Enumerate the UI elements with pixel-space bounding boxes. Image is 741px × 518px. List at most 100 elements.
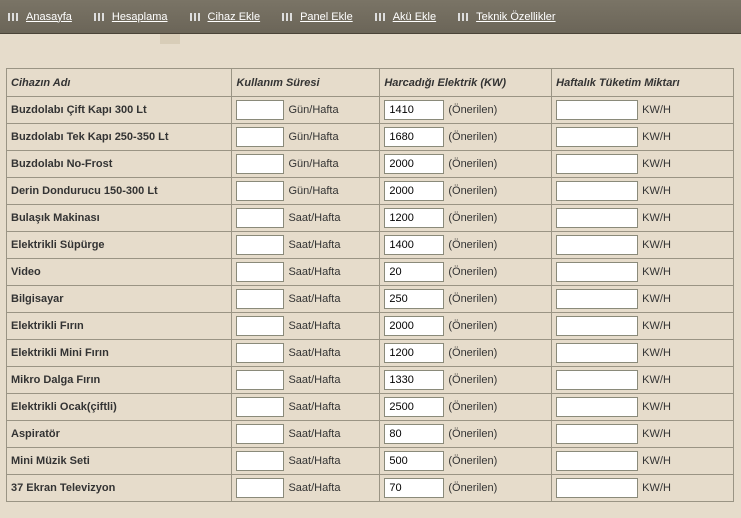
- nav-item[interactable]: Panel Ekle: [280, 7, 355, 27]
- weekly-input[interactable]: [556, 235, 638, 255]
- weekly-input[interactable]: [556, 100, 638, 120]
- nav-label: Panel Ekle: [300, 11, 353, 23]
- power-cell: (Önerilen): [380, 97, 552, 124]
- power-input[interactable]: [384, 235, 444, 255]
- power-input[interactable]: [384, 478, 444, 498]
- usage-unit: Saat/Hafta: [288, 428, 340, 440]
- weekly-input[interactable]: [556, 181, 638, 201]
- device-name-cell: Elektrikli Mini Fırın: [7, 340, 232, 367]
- weekly-cell: KW/H: [552, 421, 734, 448]
- usage-input[interactable]: [236, 343, 284, 363]
- weekly-input[interactable]: [556, 262, 638, 282]
- weekly-cell: KW/H: [552, 340, 734, 367]
- usage-input[interactable]: [236, 127, 284, 147]
- kwh-label: KW/H: [642, 347, 671, 359]
- usage-unit: Saat/Hafta: [288, 293, 340, 305]
- usage-input[interactable]: [236, 289, 284, 309]
- weekly-input[interactable]: [556, 289, 638, 309]
- weekly-input[interactable]: [556, 127, 638, 147]
- device-name-cell: Bilgisayar: [7, 286, 232, 313]
- usage-input[interactable]: [236, 370, 284, 390]
- table-row: Elektrikli Mini FırınSaat/Hafta(Önerilen…: [7, 340, 734, 367]
- recommended-label: (Önerilen): [448, 455, 497, 467]
- usage-input[interactable]: [236, 100, 284, 120]
- usage-input[interactable]: [236, 316, 284, 336]
- power-input[interactable]: [384, 289, 444, 309]
- recommended-label: (Önerilen): [448, 131, 497, 143]
- weekly-input[interactable]: [556, 478, 638, 498]
- usage-input[interactable]: [236, 262, 284, 282]
- nav-item[interactable]: Anasayfa: [6, 7, 74, 27]
- power-input[interactable]: [384, 100, 444, 120]
- weekly-input[interactable]: [556, 343, 638, 363]
- usage-input[interactable]: [236, 478, 284, 498]
- device-name-cell: Buzdolabı Çift Kapı 300 Lt: [7, 97, 232, 124]
- usage-input[interactable]: [236, 235, 284, 255]
- nav-label: Hesaplama: [112, 11, 168, 23]
- usage-cell: Saat/Hafta: [232, 475, 380, 502]
- grip-icon: [458, 13, 470, 21]
- kwh-label: KW/H: [642, 401, 671, 413]
- weekly-input[interactable]: [556, 154, 638, 174]
- grip-icon: [375, 13, 387, 21]
- power-input[interactable]: [384, 154, 444, 174]
- power-input[interactable]: [384, 316, 444, 336]
- weekly-input[interactable]: [556, 370, 638, 390]
- power-cell: (Önerilen): [380, 448, 552, 475]
- weekly-cell: KW/H: [552, 448, 734, 475]
- recommended-label: (Önerilen): [448, 482, 497, 494]
- power-input[interactable]: [384, 181, 444, 201]
- usage-input[interactable]: [236, 154, 284, 174]
- table-row: Buzdolabı Çift Kapı 300 LtGün/Hafta (Öner…: [7, 97, 734, 124]
- usage-input[interactable]: [236, 424, 284, 444]
- kwh-label: KW/H: [642, 320, 671, 332]
- usage-unit: Gün/Hafta: [288, 158, 338, 170]
- recommended-label: (Önerilen): [448, 320, 497, 332]
- nav-item[interactable]: Cihaz Ekle: [188, 7, 263, 27]
- weekly-cell: KW/H: [552, 151, 734, 178]
- grip-icon: [94, 13, 106, 21]
- usage-input[interactable]: [236, 451, 284, 471]
- power-input[interactable]: [384, 397, 444, 417]
- usage-cell: Saat/Hafta: [232, 340, 380, 367]
- power-cell: (Önerilen): [380, 475, 552, 502]
- power-input[interactable]: [384, 424, 444, 444]
- grip-icon: [282, 13, 294, 21]
- usage-cell: Gün/Hafta: [232, 97, 380, 124]
- weekly-cell: KW/H: [552, 394, 734, 421]
- power-input[interactable]: [384, 208, 444, 228]
- nav-item[interactable]: Hesaplama: [92, 7, 170, 27]
- nav-label: Akü Ekle: [393, 11, 436, 23]
- weekly-input[interactable]: [556, 316, 638, 336]
- nav-item[interactable]: Akü Ekle: [373, 7, 438, 27]
- nav-item[interactable]: Teknik Özellikler: [456, 7, 557, 27]
- weekly-input[interactable]: [556, 208, 638, 228]
- table-row: Mikro Dalga FırınSaat/Hafta(Önerilen)KW/…: [7, 367, 734, 394]
- power-input[interactable]: [384, 262, 444, 282]
- device-name-cell: Derin Dondurucu 150-300 Lt: [7, 178, 232, 205]
- weekly-input[interactable]: [556, 397, 638, 417]
- power-cell: (Önerilen): [380, 259, 552, 286]
- recommended-label: (Önerilen): [448, 104, 497, 116]
- usage-unit: Saat/Hafta: [288, 455, 340, 467]
- kwh-label: KW/H: [642, 185, 671, 197]
- weekly-cell: KW/H: [552, 205, 734, 232]
- weekly-input[interactable]: [556, 451, 638, 471]
- usage-input[interactable]: [236, 208, 284, 228]
- usage-input[interactable]: [236, 181, 284, 201]
- power-input[interactable]: [384, 370, 444, 390]
- usage-cell: Saat/Hafta: [232, 421, 380, 448]
- power-input[interactable]: [384, 343, 444, 363]
- usage-cell: Saat/Hafta: [232, 205, 380, 232]
- weekly-input[interactable]: [556, 424, 638, 444]
- weekly-cell: KW/H: [552, 232, 734, 259]
- weekly-cell: KW/H: [552, 124, 734, 151]
- device-name-cell: Elektrikli Süpürge: [7, 232, 232, 259]
- usage-cell: Gün/Hafta: [232, 151, 380, 178]
- power-input[interactable]: [384, 127, 444, 147]
- power-input[interactable]: [384, 451, 444, 471]
- usage-cell: Saat/Hafta: [232, 232, 380, 259]
- usage-input[interactable]: [236, 397, 284, 417]
- recommended-label: (Önerilen): [448, 401, 497, 413]
- weekly-cell: KW/H: [552, 97, 734, 124]
